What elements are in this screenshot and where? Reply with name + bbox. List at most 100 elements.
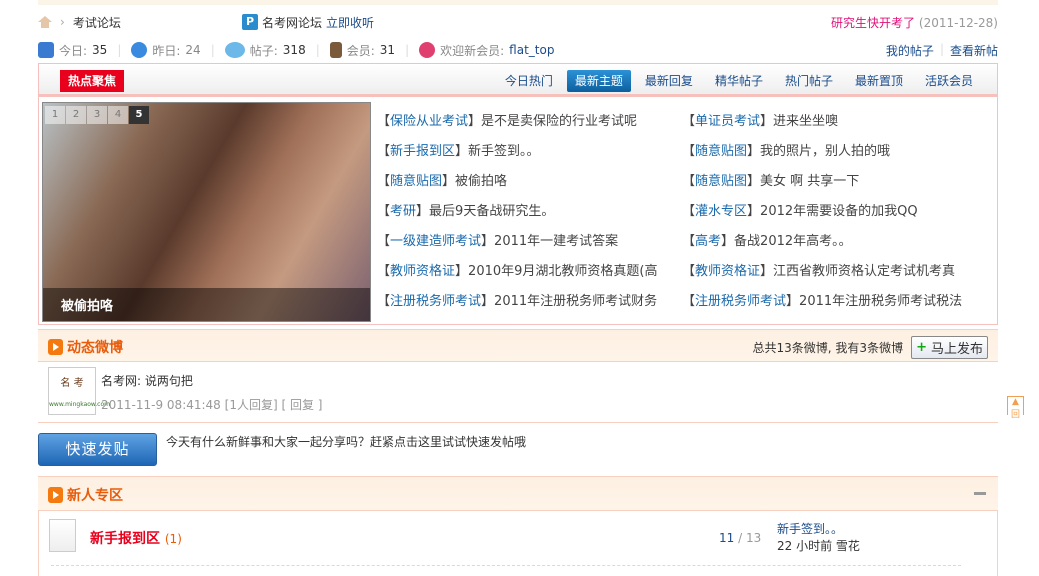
- avatar[interactable]: 名 考 www.mingkaow.com: [48, 367, 110, 415]
- quick-post-button[interactable]: 快速发贴: [38, 433, 157, 466]
- chart-icon: [38, 42, 54, 58]
- divider: |: [939, 41, 944, 56]
- slide-page-2[interactable]: 2: [66, 106, 86, 124]
- quick-post-hint[interactable]: 今天有什么新鲜事和大家一起分享吗？赶紧点击这里试试快速发帖哦: [166, 433, 526, 450]
- stat-value: 318: [282, 43, 306, 57]
- last-post: 新手签到。。 22 小时前 雪花: [777, 521, 860, 555]
- forum-doc-icon: [49, 519, 76, 552]
- new-posts-link[interactable]: 查看新帖: [950, 42, 998, 59]
- thread-item: 【保险从业考试】是不是卖保险的行业考试呢: [377, 114, 638, 129]
- home-icon[interactable]: [38, 16, 52, 28]
- tab-6[interactable]: 活跃会员: [917, 70, 981, 92]
- slide-page-3[interactable]: 3: [87, 106, 107, 124]
- thread-item: 【教师资格证】2010年9月湖北教师资格真题(高: [377, 264, 658, 279]
- weibo-summary: 总共13条微博, 我有3条微博: [752, 341, 904, 355]
- stat-members: 会员: 31: [329, 42, 396, 59]
- thread-title-link[interactable]: 2010年9月湖北教师资格真题(高: [468, 264, 657, 279]
- thread-title-link[interactable]: 2011年注册税务师考试财务: [494, 294, 657, 309]
- tab-2[interactable]: 最新回复: [637, 70, 701, 92]
- stat-today: 今日: 35: [38, 42, 107, 59]
- new-member-link[interactable]: flat_top: [509, 43, 554, 57]
- thread-title-link[interactable]: 备战2012年高考。。: [734, 234, 852, 249]
- thread-title-link[interactable]: 我的照片，别人拍的哦: [760, 144, 890, 159]
- stat-label: 帖子:: [249, 43, 278, 58]
- image-slideshow[interactable]: 12345 被偷拍咯: [42, 102, 371, 322]
- thread-title-link[interactable]: 2012年需要设备的加我QQ: [760, 204, 918, 219]
- publish-label: 马上发布: [930, 342, 983, 357]
- play-icon: [48, 339, 63, 355]
- weibo-time: 2011-11-9 08:41:48: [101, 398, 221, 412]
- thread-item: 【随意贴图】我的照片，别人拍的哦: [682, 144, 891, 159]
- forum-counts: 11 / 13: [719, 531, 761, 545]
- thread-item: 【单证员考试】进来坐坐噢: [682, 114, 839, 129]
- thread-title-link[interactable]: 最后9天备战研究生。: [429, 204, 554, 219]
- breadcrumb-current[interactable]: 考试论坛: [73, 14, 121, 31]
- forum-tag-link[interactable]: 注册税务师考试: [695, 294, 786, 309]
- welcome-label: 欢迎新会员:: [440, 43, 505, 58]
- replies-link[interactable]: [1人回复]: [225, 398, 278, 412]
- publish-button[interactable]: + 马上发布: [911, 336, 988, 359]
- forum-today-count: (1): [164, 532, 182, 546]
- thread-title-link[interactable]: 是不是卖保险的行业考试呢: [481, 114, 637, 129]
- last-post-link[interactable]: 新手签到。。: [777, 522, 843, 536]
- forum-tag-link[interactable]: 新手报到区: [390, 144, 455, 159]
- collapse-icon[interactable]: [974, 492, 986, 495]
- back-to-top-button[interactable]: ▲ 回: [1007, 396, 1024, 420]
- hot-tabs: 今日热门 最新主题 最新回复 精华帖子 热门帖子 最新置顶 活跃会员: [497, 70, 981, 92]
- slide-page-5[interactable]: 5: [129, 106, 149, 124]
- forum-tag-link[interactable]: 随意贴图: [390, 174, 442, 189]
- hot-focus-panel: 热点聚焦 今日热门 最新主题 最新回复 精华帖子 热门帖子 最新置顶 活跃会员 12345 …: [38, 63, 998, 325]
- tab-1[interactable]: 最新主题: [566, 70, 631, 92]
- thread-title-link[interactable]: 美女 啊 共享一下: [760, 174, 859, 189]
- forum-tag-link[interactable]: 灌水专区: [695, 204, 747, 219]
- weibo-entry: 名 考 www.mingkaow.com 名考网: 说两句把 2011-11-9 …: [38, 362, 998, 423]
- forum-tag-link[interactable]: 保险从业考试: [390, 114, 468, 129]
- reply-link[interactable]: [ 回复 ]: [281, 398, 322, 412]
- listen-link[interactable]: 立即收听: [326, 14, 374, 31]
- thread-title-link[interactable]: 新手签到。。: [468, 144, 540, 159]
- chat-bubbles-icon: [224, 42, 245, 58]
- thread-title-link[interactable]: 进来坐坐噢: [773, 114, 838, 129]
- forum-tag-link[interactable]: 教师资格证: [695, 264, 760, 279]
- thread-item: 【考研】最后9天备战研究生。: [377, 204, 555, 219]
- thread-title-link[interactable]: 2011年注册税务师考试税法: [799, 294, 962, 309]
- stat-value: 35: [92, 43, 108, 57]
- divider: |: [405, 43, 410, 57]
- forum-link[interactable]: 新手报到区: [90, 531, 160, 547]
- thread-title-link[interactable]: 江西省教师资格认定考试机考真: [773, 264, 955, 279]
- newbie-title[interactable]: 新人专区: [67, 485, 123, 505]
- plus-icon: +: [916, 340, 927, 355]
- forum-tag-link[interactable]: 随意贴图: [695, 174, 747, 189]
- rss-listen: P 名考网论坛 立即收听: [242, 14, 374, 31]
- forum-tag-link[interactable]: 教师资格证: [390, 264, 455, 279]
- thread-item: 【随意贴图】被偷拍咯: [377, 174, 508, 189]
- row-divider: [51, 565, 961, 566]
- thread-count: 11: [719, 531, 735, 545]
- thread-title-link[interactable]: 被偷拍咯: [455, 174, 507, 189]
- slide-page-4[interactable]: 4: [108, 106, 128, 124]
- tab-4[interactable]: 热门帖子: [777, 70, 841, 92]
- arrow-up-icon: ▲: [1012, 397, 1019, 407]
- last-post-meta: 22 小时前 雪花: [777, 539, 860, 553]
- stat-label: 今日:: [59, 43, 88, 58]
- forum-tag-link[interactable]: 单证员考试: [695, 114, 760, 129]
- slide-caption[interactable]: 被偷拍咯: [43, 288, 370, 321]
- weibo-meta: 2011-11-9 08:41:48 [1人回复] [ 回复 ]: [101, 396, 322, 413]
- refresh-icon: [131, 42, 148, 58]
- forum-tag-link[interactable]: 注册税务师考试: [390, 294, 481, 309]
- tab-0[interactable]: 今日热门: [497, 70, 561, 92]
- forum-tag-link[interactable]: 一级建造师考试: [390, 234, 481, 249]
- slide-page-1[interactable]: 1: [45, 106, 65, 124]
- forum-tag-link[interactable]: 考研: [390, 204, 416, 219]
- stat-posts: 帖子: 318: [224, 42, 306, 59]
- tab-5[interactable]: 最新置顶: [847, 70, 911, 92]
- forum-tag-link[interactable]: 随意贴图: [695, 144, 747, 159]
- stat-value: 31: [379, 43, 396, 57]
- announcement-link[interactable]: 研究生快开考了: [831, 16, 915, 30]
- my-posts-link[interactable]: 我的帖子: [886, 42, 934, 59]
- slide-pager: 12345: [45, 106, 149, 124]
- tab-3[interactable]: 精华帖子: [707, 70, 771, 92]
- thread-title-link[interactable]: 2011年一建考试答案: [494, 234, 618, 249]
- forum-tag-link[interactable]: 高考: [695, 234, 721, 249]
- top-bar: [38, 0, 998, 5]
